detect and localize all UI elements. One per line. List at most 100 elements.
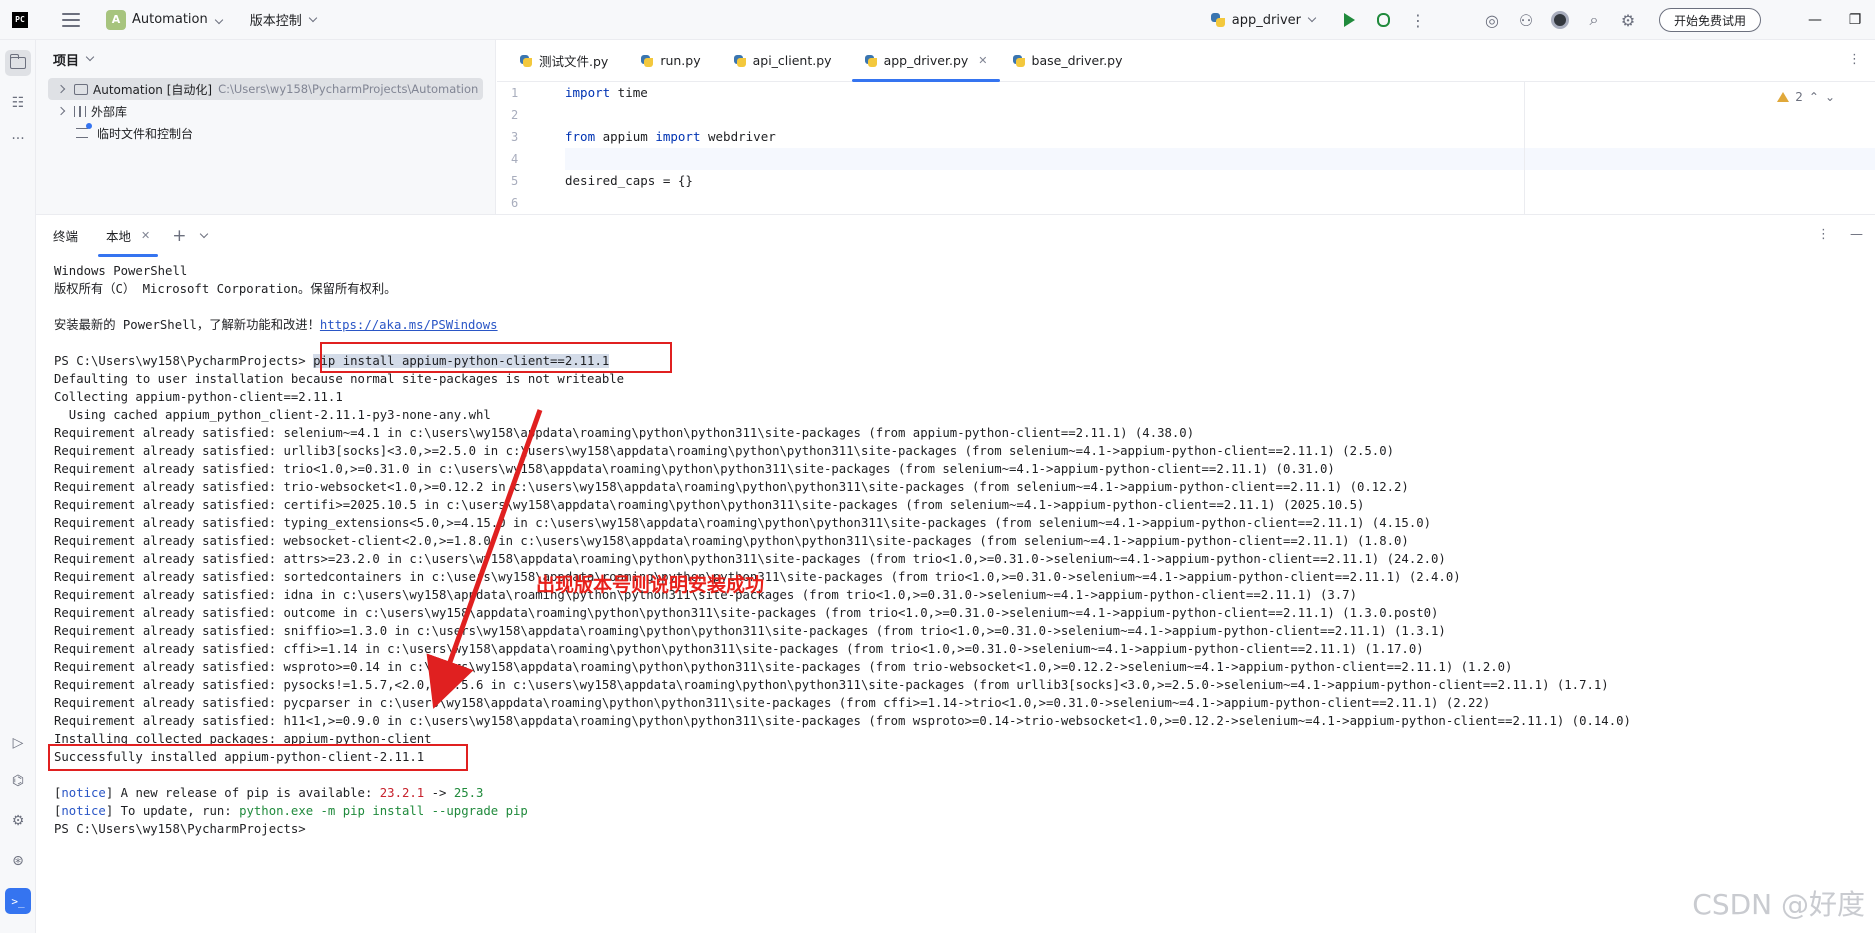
line-number: 6 [511,196,519,210]
right-margin-guide [1524,82,1525,214]
project-panel-title: 项目 [53,53,80,69]
python-file-icon [1210,12,1226,28]
library-icon [74,105,86,117]
debug-icon: ⊛ [12,853,24,869]
spiral-icon: ◎ [1485,10,1499,30]
chevron-down-icon[interactable] [199,229,208,238]
project-switcher[interactable]: Automation [132,12,223,27]
new-terminal-button[interactable]: + [172,226,186,246]
tab-api-client[interactable]: api_client.py [721,40,844,82]
more-actions-button[interactable]: ⋮ [1401,0,1435,40]
terminal-tool-button[interactable]: >_ [5,888,31,914]
tab-test-file[interactable]: 测试文件.py [507,40,620,82]
requirement-line: Requirement already satisfied: pycparser… [54,696,1491,710]
requirement-line: Requirement already satisfied: sniffio>=… [54,624,1446,638]
line-number: 1 [511,86,519,100]
tree-item-label: Automation [自动化] [93,82,213,97]
terminal-line: 安装最新的 PowerShell，了解新功能和改进！https://aka.ms… [54,318,498,332]
left-tool-strip: ☷ ··· ▷ ⌬ ⚙ ⊛ >_ [0,40,36,933]
vcs-menu[interactable]: 版本控制 [249,10,317,29]
requirement-line: Requirement already satisfied: h11<1,>=0… [54,714,1631,728]
watermark: CSDN @好度 [1692,888,1865,921]
terminal-icon: >_ [11,894,25,908]
run-icon: ▷ [12,735,24,751]
main-menu-button[interactable] [62,12,80,27]
line-number: 3 [511,130,519,144]
code-with-me-button[interactable]: ⚇ [1509,0,1543,40]
account-button[interactable] [1543,0,1577,40]
tabs-more-button[interactable]: ⋮ [1848,52,1861,67]
run-config-selector[interactable]: app_driver [1210,12,1317,28]
avatar [1550,11,1569,29]
tree-item-label: 外部库 [91,104,128,119]
minimize-button[interactable]: — [1795,0,1835,40]
requirement-line: Requirement already satisfied: certifi>=… [54,498,1365,512]
gear-icon: ⚙ [1620,10,1636,30]
search-button[interactable]: ⌕ [1577,0,1611,40]
project-tool-button[interactable] [5,50,31,76]
tree-item-automation[interactable]: Automation [自动化] C:\Users\wy158\PycharmP… [48,78,483,100]
play-icon [1344,13,1356,27]
tree-item-scratches[interactable]: 临时文件和控制台 [36,122,495,144]
line-number: 4 [511,152,519,166]
python-console-button[interactable]: ⌬ [5,768,31,794]
run-button[interactable] [1333,0,1367,40]
run-tool-button[interactable]: ▷ [5,730,31,756]
notice-line: [notice] To update, run: python.exe -m p… [54,804,528,818]
requirement-line: Requirement already satisfied: attrs>=23… [54,552,1446,566]
ai-assistant-button[interactable]: ◎ [1475,0,1509,40]
requirement-line: Requirement already satisfied: selenium~… [54,426,1195,440]
project-panel-header[interactable]: 项目 [36,40,495,78]
tree-item-path: C:\Users\wy158\PycharmProjects\Automatio… [218,82,479,96]
terminal-options-button[interactable]: ⋮ [1817,227,1830,242]
requirement-line: Requirement already satisfied: trio<1.0,… [54,462,1335,476]
code-editor[interactable]: import time from appium import webdriver… [565,82,1875,214]
requirement-line: Requirement already satisfied: pysocks!=… [54,678,1609,692]
hide-panel-button[interactable]: — [1850,227,1863,242]
tab-label: base_driver.py [1031,53,1123,68]
chevron-right-icon [56,106,66,116]
requirement-line: Requirement already satisfied: wsproto>=… [54,660,1513,674]
chevron-down-icon [85,52,95,62]
tree-item-external-libraries[interactable]: 外部库 [36,100,495,122]
maximize-button[interactable]: ❐ [1835,0,1875,40]
title-bar: PC A Automation 版本控制 app_driver ⋮ ◎ ⚇ ⌕ … [0,0,1875,40]
search-icon: ⌕ [1589,10,1599,29]
project-badge[interactable]: A [106,9,126,30]
close-icon[interactable]: ✕ [978,54,987,67]
command-highlight-box [320,342,672,373]
powershell-link[interactable]: https://aka.ms/PSWindows [320,318,498,332]
terminal-line: 版权所有（C） Microsoft Corporation。保留所有权利。 [54,282,397,296]
chevron-down-icon[interactable]: ⌄ [1825,90,1835,104]
python-file-icon [519,54,533,68]
terminal-title: 终端 [53,229,79,244]
tab-label: api_client.py [752,53,832,68]
annotation-text: 出现版本号则说明安装成功 [536,574,765,596]
chevron-up-icon[interactable]: ⌃ [1809,90,1819,104]
settings-button[interactable]: ⚙ [1611,0,1645,40]
python-file-icon [864,54,878,68]
tab-app-driver[interactable]: app_driver.py ✕ [851,40,1000,82]
tab-label: app_driver.py [883,53,969,68]
more-tools-button[interactable]: ··· [5,126,31,152]
inspection-widget[interactable]: 2 ⌃ ⌄ [1777,90,1835,104]
requirement-line: Requirement already satisfied: typing_ex… [54,516,1432,530]
terminal-line: Windows PowerShell [54,264,188,278]
vcs-label: 版本控制 [249,14,302,29]
debug-tool-button[interactable]: ⊛ [5,848,31,874]
folder-icon [9,54,26,69]
tab-local-terminal[interactable]: 本地 ✕ [96,215,160,257]
start-trial-button[interactable]: 开始免费试用 [1658,8,1761,32]
close-icon[interactable]: ✕ [141,229,150,242]
debug-button[interactable] [1367,0,1401,40]
tab-base-driver[interactable]: base_driver.py [1000,40,1135,82]
structure-tool-button[interactable]: ☷ [5,90,31,116]
warning-count: 2 [1795,90,1803,104]
code-line: from appium import webdriver [565,129,776,144]
tab-run[interactable]: run.py [628,40,712,82]
services-button[interactable]: ⚙ [5,808,31,834]
chevron-right-icon [56,84,66,94]
requirement-line: Requirement already satisfied: idna in c… [54,588,1357,602]
